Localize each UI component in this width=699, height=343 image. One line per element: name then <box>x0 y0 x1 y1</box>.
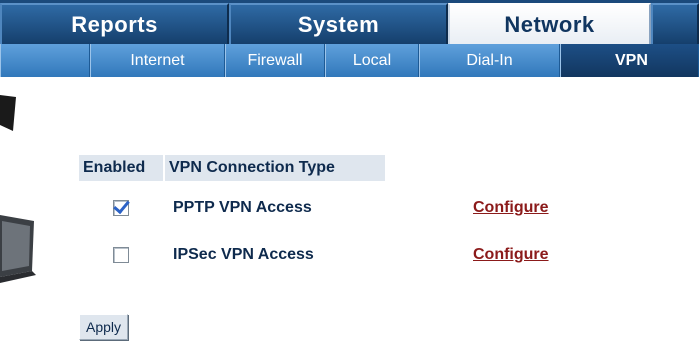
table-row: IPSec VPN Access Configure <box>79 240 599 270</box>
table-row: PPTP VPN Access Configure <box>79 193 599 223</box>
enabled-cell <box>79 200 163 216</box>
device-illustration <box>0 95 36 283</box>
tab-system-label: System <box>297 11 380 37</box>
subtab-local[interactable]: Local <box>325 44 419 77</box>
subtab-vpn[interactable]: VPN <box>560 44 699 77</box>
subtab-dial-in[interactable]: Dial-In <box>419 44 560 77</box>
vpn-type-label: IPSec VPN Access <box>173 246 314 263</box>
top-tab-bar: Reports System Network <box>0 0 699 44</box>
subtab-firewall-label: Firewall <box>247 51 303 69</box>
pptp-enabled-checkbox[interactable] <box>113 200 129 216</box>
apply-button[interactable]: Apply <box>79 314 129 340</box>
tab-reports[interactable]: Reports <box>0 3 229 44</box>
ipsec-configure-link[interactable]: Configure <box>473 246 549 264</box>
vpn-table-header: Enabled VPN Connection Type <box>79 155 385 181</box>
ipsec-enabled-checkbox[interactable] <box>113 247 129 263</box>
subtab-internet-label: Internet <box>130 51 185 69</box>
tab-network-label: Network <box>504 11 595 37</box>
subtab-dial-in-label: Dial-In <box>466 51 513 69</box>
subtab-internet[interactable]: Internet <box>90 44 225 77</box>
tab-reports-label: Reports <box>71 11 158 37</box>
enabled-cell <box>79 247 163 263</box>
tab-system[interactable]: System <box>229 3 448 44</box>
pptp-configure-link[interactable]: Configure <box>473 199 549 217</box>
subtab-vpn-label: VPN <box>615 51 648 69</box>
tab-next[interactable] <box>651 3 699 44</box>
subtab-blank <box>0 44 90 77</box>
vpn-type-label: PPTP VPN Access <box>173 199 312 216</box>
subtab-firewall[interactable]: Firewall <box>225 44 325 77</box>
subtab-local-label: Local <box>352 51 392 69</box>
header-vpn-connection-type: VPN Connection Type <box>163 155 385 181</box>
tab-network[interactable]: Network <box>448 3 651 44</box>
sub-tab-bar: Internet Firewall Local Dial-In VPN <box>0 44 699 77</box>
header-enabled: Enabled <box>79 155 163 181</box>
